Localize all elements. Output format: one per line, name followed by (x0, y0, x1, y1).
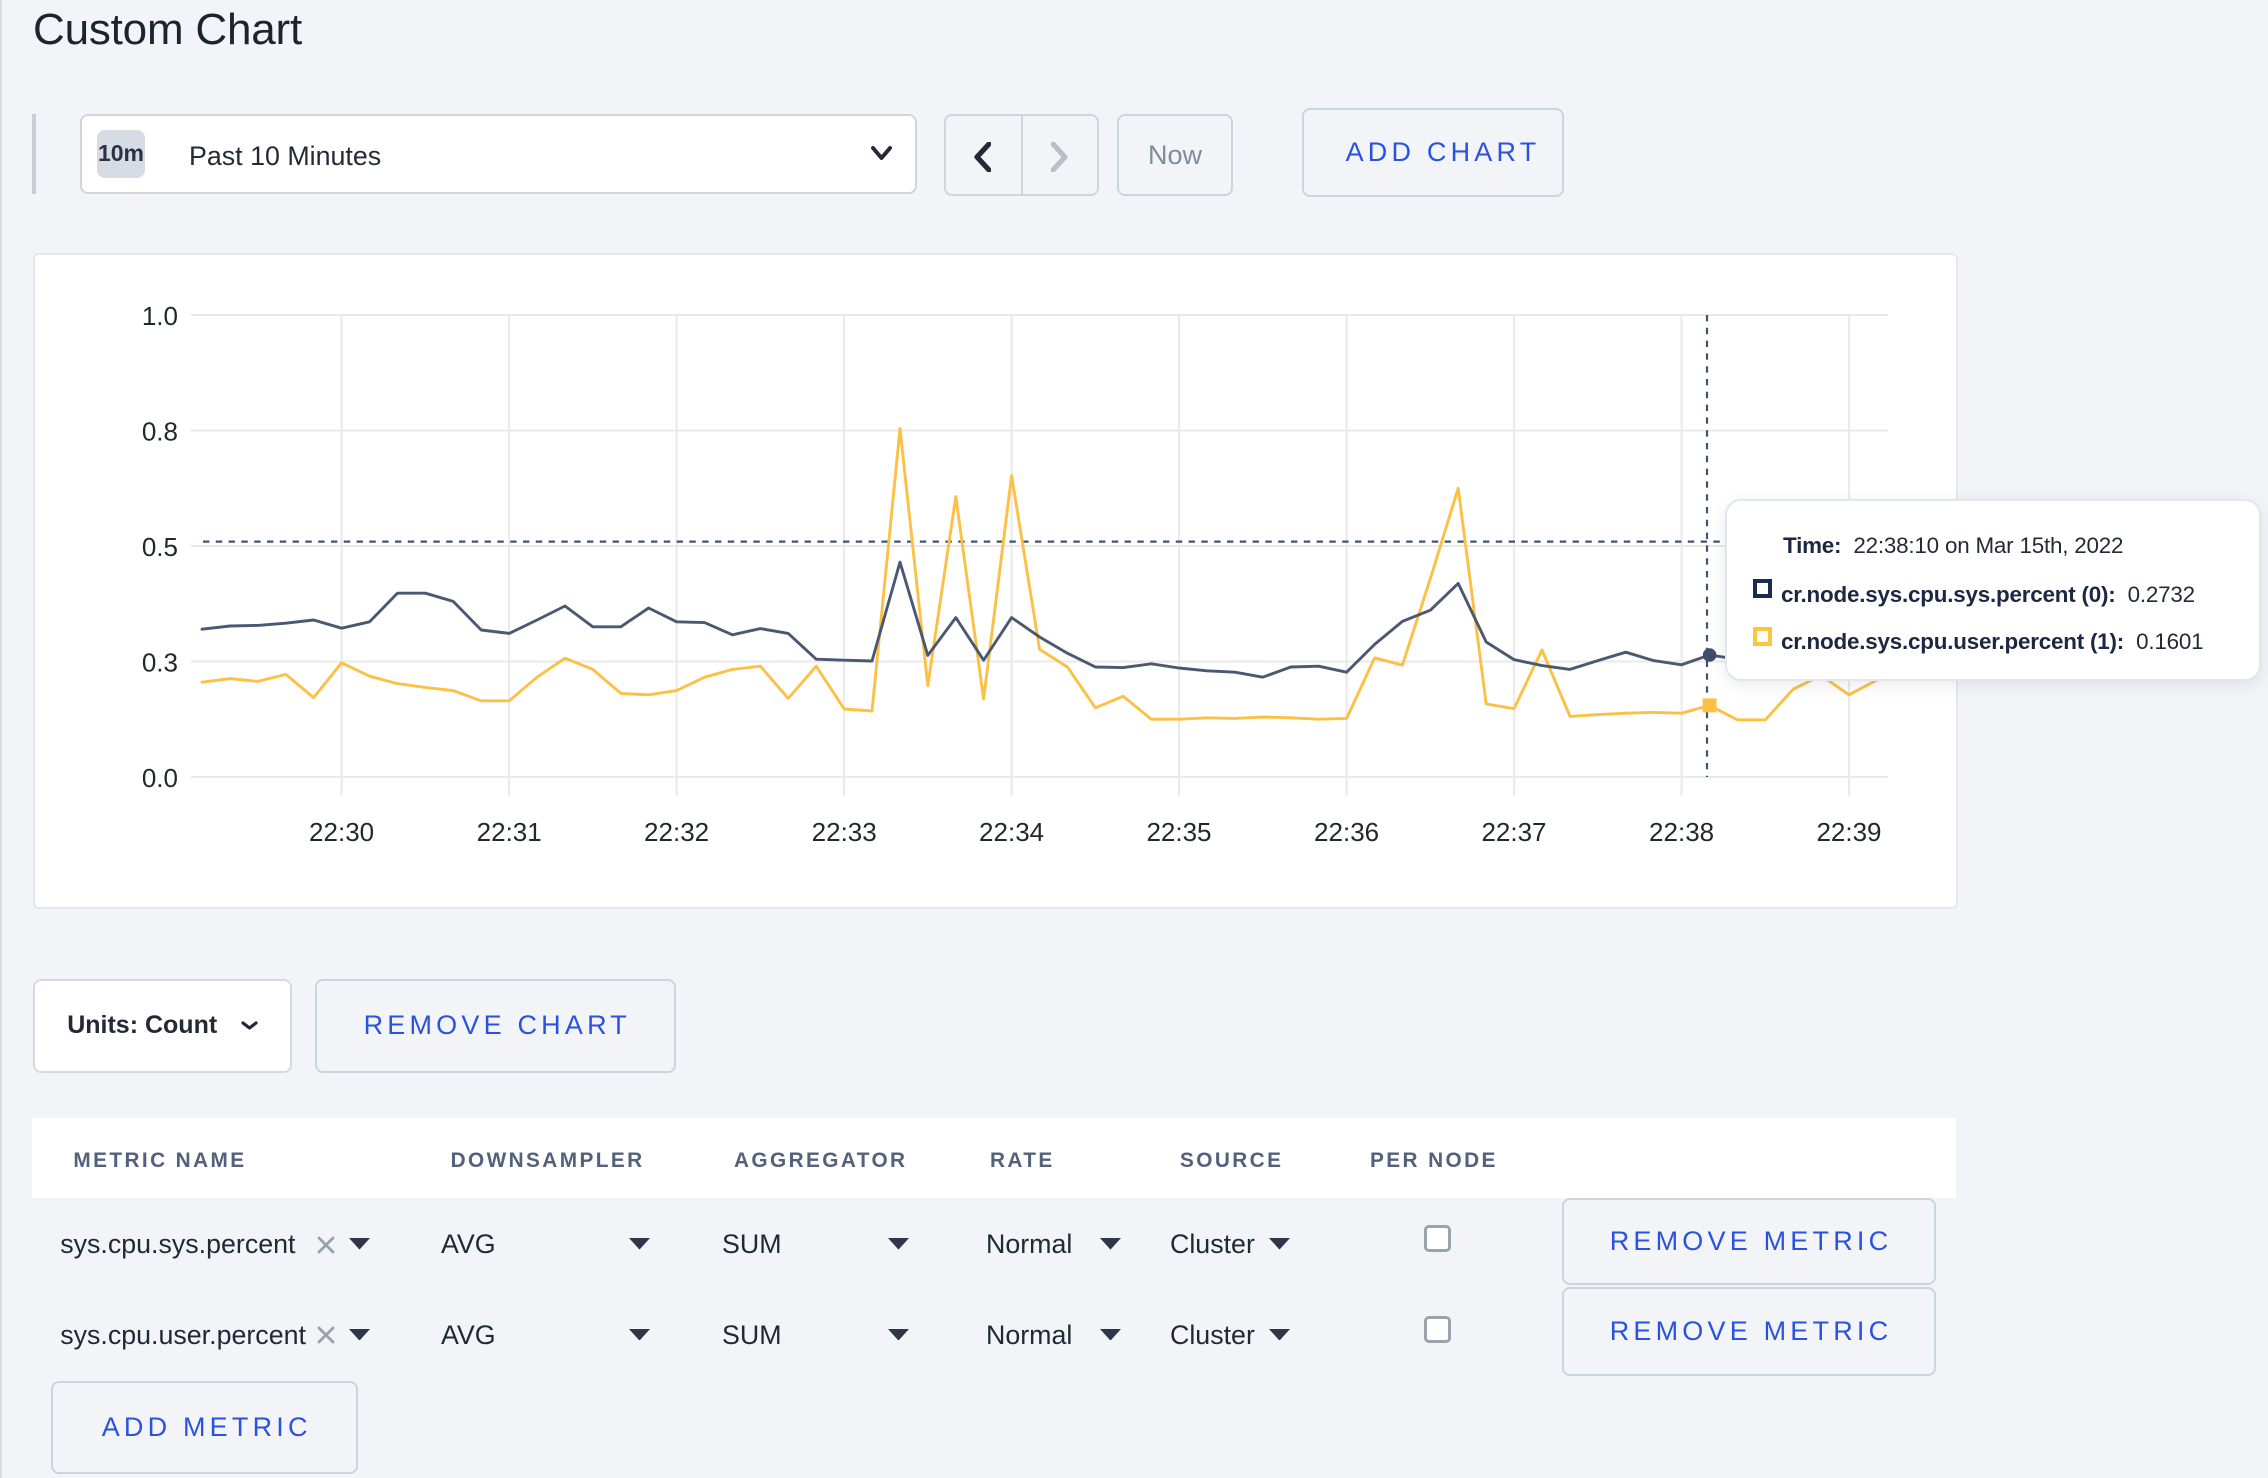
svg-text:22:36: 22:36 (1314, 817, 1379, 847)
svg-text:22:33: 22:33 (812, 817, 877, 847)
svg-text:22:35: 22:35 (1146, 817, 1211, 847)
svg-text:22:37: 22:37 (1481, 817, 1546, 847)
svg-text:0.5: 0.5 (142, 532, 178, 562)
svg-text:0.8: 0.8 (142, 417, 178, 447)
svg-text:22:31: 22:31 (477, 817, 542, 847)
svg-text:22:32: 22:32 (644, 817, 709, 847)
svg-text:1.0: 1.0 (142, 301, 178, 331)
svg-text:22:38: 22:38 (1649, 817, 1714, 847)
svg-text:0.3: 0.3 (142, 647, 178, 677)
svg-text:22:39: 22:39 (1816, 817, 1881, 847)
svg-text:22:30: 22:30 (309, 817, 374, 847)
svg-text:22:34: 22:34 (979, 817, 1044, 847)
svg-text:0.0: 0.0 (142, 763, 178, 793)
